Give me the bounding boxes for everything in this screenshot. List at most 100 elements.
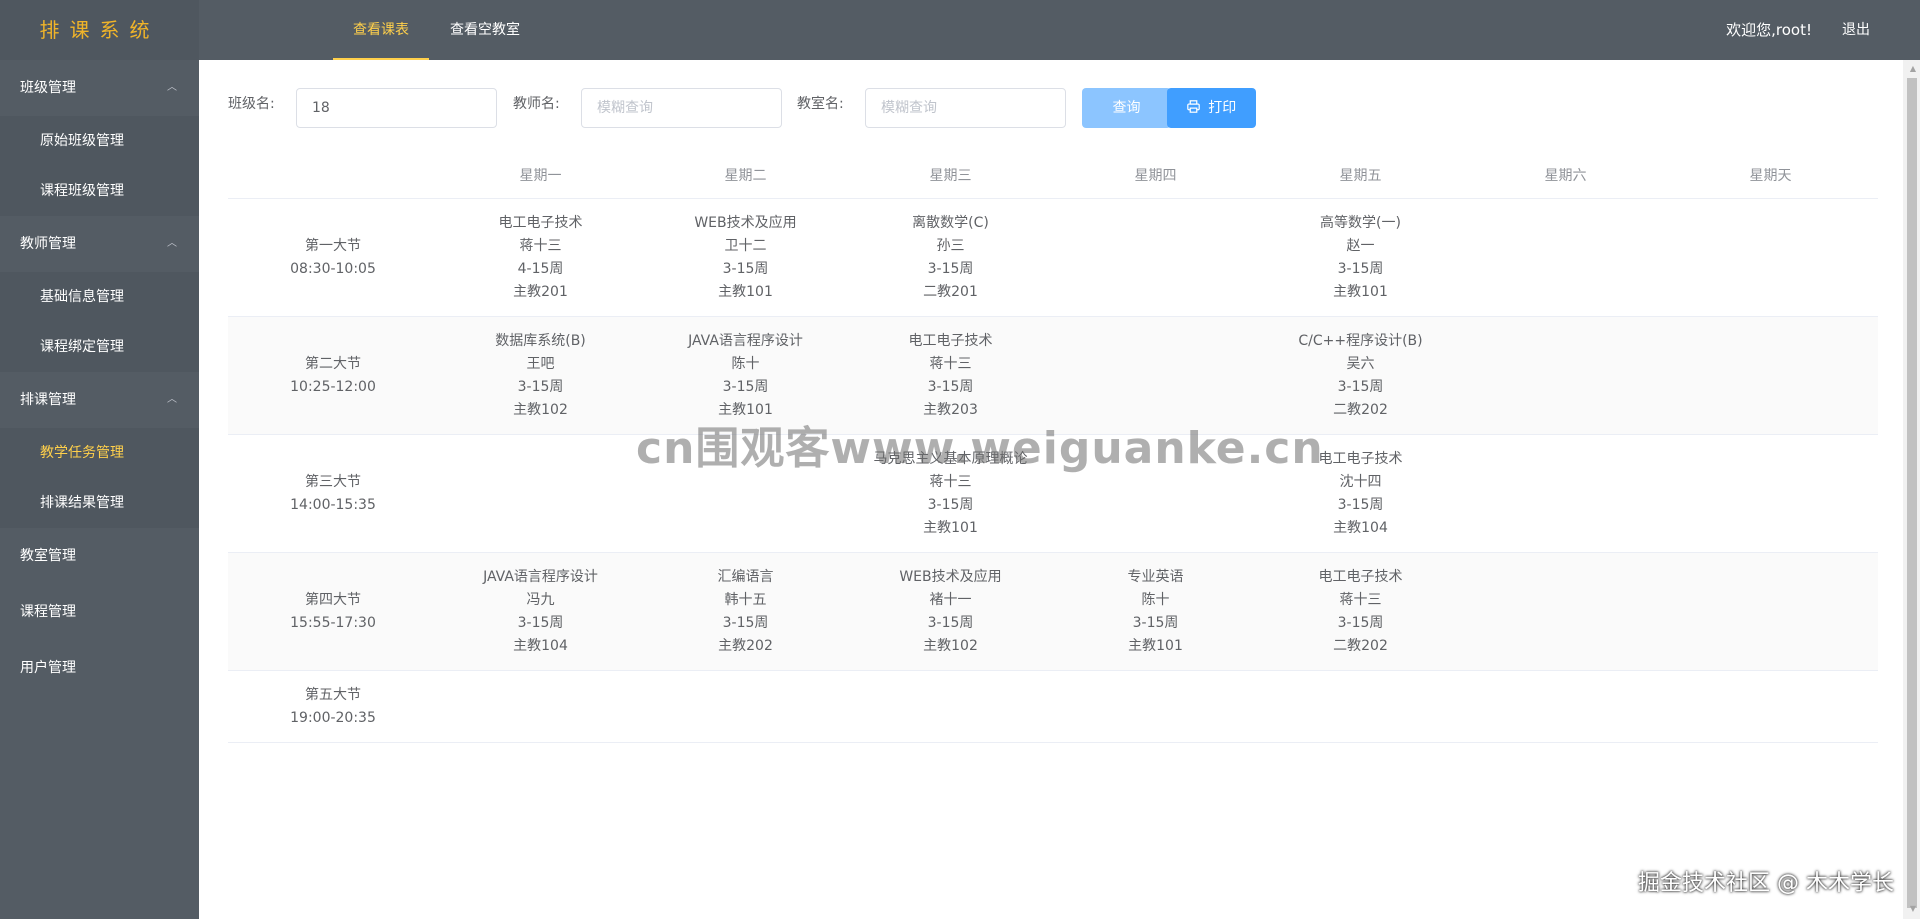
period-label: 第二大节 10:25-12:00 bbox=[228, 317, 438, 434]
sidebar-group-label: 教师管理 bbox=[20, 236, 76, 252]
sidebar-item-schedule-result[interactable]: 排课结果管理 bbox=[0, 478, 199, 528]
course-teacher: 蒋十三 bbox=[519, 237, 562, 254]
course-teacher: 赵一 bbox=[1346, 237, 1375, 254]
course-weeks: 3-15周 bbox=[722, 378, 769, 395]
tab-view-empty-rooms[interactable]: 查看空教室 bbox=[440, 0, 530, 58]
course-teacher: 冯九 bbox=[526, 591, 555, 608]
course-course: C/C++程序设计(B) bbox=[1298, 332, 1423, 349]
classroom-name-label: 教室名: bbox=[797, 96, 844, 112]
timetable-row: 第五大节 19:00-20:35 bbox=[228, 671, 1878, 743]
period-time: 14:00-15:35 bbox=[290, 496, 376, 513]
period-label: 第一大节 08:30-10:05 bbox=[228, 199, 438, 316]
course-teacher: 沈十四 bbox=[1339, 473, 1382, 490]
course-course: JAVA语言程序设计 bbox=[688, 332, 803, 349]
course-weeks: 3-15周 bbox=[1337, 260, 1384, 277]
course-teacher: 孙三 bbox=[936, 237, 965, 254]
course-teacher: 王吧 bbox=[526, 355, 555, 372]
course-cell: 电工电子技术 蒋十三 4-15周 主教201 bbox=[438, 199, 643, 316]
timetable-row: 第四大节 15:55-17:30 JAVA语言程序设计 冯九 3-15周 主教104 汇编语… bbox=[228, 553, 1878, 671]
sidebar-group-label: 班级管理 bbox=[20, 80, 76, 96]
scroll-up-arrow-icon[interactable]: ▲ bbox=[1910, 64, 1916, 73]
period-name: 第四大节 bbox=[305, 591, 361, 608]
sidebar-group-teacher[interactable]: 教师管理 ︿ bbox=[0, 216, 199, 272]
course-room: 二教202 bbox=[1333, 401, 1388, 418]
period-label: 第五大节 19:00-20:35 bbox=[228, 671, 438, 742]
sidebar: 班级管理 ︿ 原始班级管理 课程班级管理 教师管理 ︿ 基础信息管理 课程绑定管… bbox=[0, 60, 199, 919]
course-course: 电工电子技术 bbox=[1318, 450, 1403, 467]
app-brand: 排课系统 bbox=[0, 0, 199, 60]
course-course: 离散数学(C) bbox=[912, 214, 989, 231]
period-name: 第五大节 bbox=[305, 686, 361, 703]
course-weeks: 3-15周 bbox=[1132, 614, 1179, 631]
day-header: 星期一 bbox=[519, 168, 562, 184]
sidebar-group-label: 用户管理 bbox=[20, 660, 76, 676]
welcome-text: 欢迎您,root! bbox=[1726, 21, 1812, 39]
course-cell: 电工电子技术 蒋十三 3-15周 二教202 bbox=[1258, 553, 1463, 670]
watermark-text: cn围观客www.weiguanke.cn bbox=[636, 423, 1324, 474]
course-course: 电工电子技术 bbox=[498, 214, 583, 231]
course-weeks: 3-15周 bbox=[927, 614, 974, 631]
scroll-down-arrow-icon[interactable]: ▼ bbox=[1910, 904, 1916, 913]
scrollbar-thumb[interactable] bbox=[1907, 78, 1917, 908]
logout-link[interactable]: 退出 bbox=[1842, 0, 1870, 60]
course-room: 主教101 bbox=[1128, 637, 1183, 654]
course-teacher: 陈十 bbox=[731, 355, 760, 372]
print-button[interactable]: 打印 bbox=[1167, 88, 1256, 128]
sidebar-group-class[interactable]: 班级管理 ︿ bbox=[0, 60, 199, 116]
course-teacher: 褚十一 bbox=[929, 591, 972, 608]
course-cell: WEB技术及应用 褚十一 3-15周主教102 bbox=[848, 553, 1053, 670]
classroom-name-input[interactable] bbox=[865, 88, 1066, 128]
course-weeks: 3-15周 bbox=[927, 260, 974, 277]
course-course: 电工电子技术 bbox=[908, 332, 993, 349]
course-weeks: 3-15周 bbox=[722, 260, 769, 277]
sidebar-item-original-class[interactable]: 原始班级管理 bbox=[0, 116, 199, 166]
period-name: 第一大节 bbox=[305, 237, 361, 254]
course-teacher: 蒋十三 bbox=[929, 355, 972, 372]
course-course: 高等数学(一) bbox=[1320, 214, 1401, 231]
period-time: 15:55-17:30 bbox=[290, 614, 376, 631]
tab-view-timetable[interactable]: 查看课表 bbox=[333, 0, 429, 60]
sidebar-group-label: 教室管理 bbox=[20, 548, 76, 564]
course-course: WEB技术及应用 bbox=[694, 214, 797, 231]
teacher-name-input[interactable] bbox=[581, 88, 782, 128]
sidebar-item-teaching-task[interactable]: 教学任务管理 bbox=[0, 428, 199, 478]
class-name-label: 班级名: bbox=[228, 96, 275, 112]
period-name: 第二大节 bbox=[305, 355, 361, 372]
print-button-label: 打印 bbox=[1208, 100, 1237, 116]
period-time: 10:25-12:00 bbox=[290, 378, 376, 395]
sidebar-item-course-class[interactable]: 课程班级管理 bbox=[0, 166, 199, 216]
day-header: 星期五 bbox=[1339, 168, 1382, 184]
course-cell: WEB技术及应用 卫十二 3-15周 主教101 bbox=[643, 199, 848, 316]
class-name-input[interactable] bbox=[296, 88, 497, 128]
query-button[interactable]: 查询 bbox=[1082, 88, 1171, 128]
course-course: 数据库系统(B) bbox=[495, 332, 586, 349]
day-header: 星期三 bbox=[929, 168, 972, 184]
course-weeks: 3-15周 bbox=[722, 614, 769, 631]
course-room: 主教202 bbox=[718, 637, 773, 654]
sidebar-item-basic-info[interactable]: 基础信息管理 bbox=[0, 272, 199, 322]
sidebar-group-label: 课程管理 bbox=[20, 604, 76, 620]
course-course: WEB技术及应用 bbox=[899, 568, 1002, 585]
course-room: 主教102 bbox=[513, 401, 568, 418]
sidebar-item-course-binding[interactable]: 课程绑定管理 bbox=[0, 322, 199, 372]
day-header: 星期天 bbox=[1749, 168, 1792, 184]
course-room: 主教102 bbox=[923, 637, 978, 654]
sidebar-group-schedule[interactable]: 排课管理 ︿ bbox=[0, 372, 199, 428]
day-header: 星期二 bbox=[724, 168, 767, 184]
course-teacher: 吴六 bbox=[1346, 355, 1375, 372]
course-course: 汇编语言 bbox=[717, 568, 774, 585]
sidebar-group-user[interactable]: 用户管理 bbox=[0, 640, 199, 696]
course-course: 电工电子技术 bbox=[1318, 568, 1403, 585]
sidebar-group-course[interactable]: 课程管理 bbox=[0, 584, 199, 640]
course-room: 主教101 bbox=[1333, 283, 1388, 300]
course-cell: 专业英语 陈十 3-15周 主教101 bbox=[1053, 553, 1258, 670]
course-weeks: 3-15周 bbox=[1337, 614, 1384, 631]
course-room: 主教101 bbox=[718, 283, 773, 300]
course-cell: 高等数学(一) 赵一 3-15周主教101 bbox=[1258, 199, 1463, 316]
course-room: 主教201 bbox=[513, 283, 568, 300]
period-time: 19:00-20:35 bbox=[290, 709, 376, 726]
course-teacher: 韩十五 bbox=[724, 591, 767, 608]
sidebar-group-classroom[interactable]: 教室管理 bbox=[0, 528, 199, 584]
top-header: 排课系统 查看课表 查看空教室 欢迎您,root! 退出 bbox=[0, 0, 1920, 60]
course-weeks: 3-15周 bbox=[517, 378, 564, 395]
